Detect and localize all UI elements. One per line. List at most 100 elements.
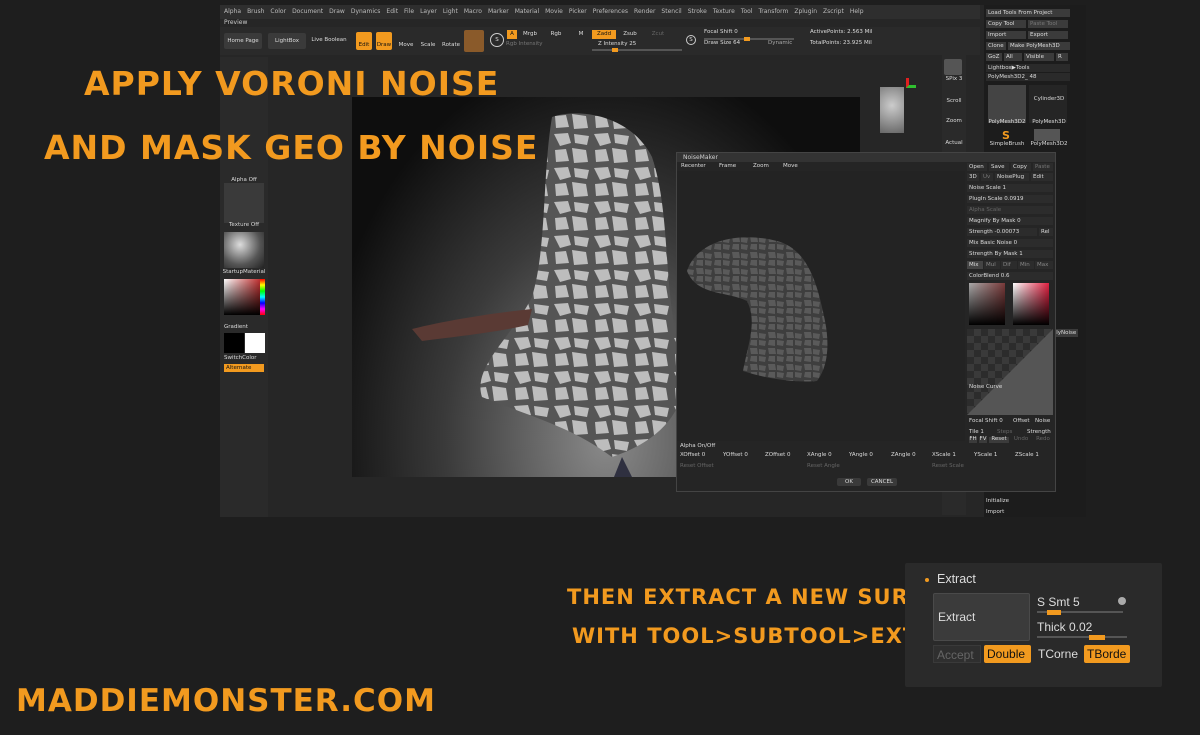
sculptris-icon[interactable]: S xyxy=(490,33,504,47)
color-picker[interactable] xyxy=(224,279,260,315)
s-smt-circle-icon[interactable] xyxy=(1118,597,1126,605)
import-tool-button[interactable]: Import xyxy=(986,509,1046,516)
save-button[interactable]: Save xyxy=(989,163,1009,171)
tool-thumb-polymesh3d2[interactable] xyxy=(988,85,1026,123)
import-button[interactable]: Import xyxy=(986,31,1026,39)
rotate-button[interactable]: Rotate xyxy=(442,42,460,49)
home-page-button[interactable]: Home Page xyxy=(224,33,262,49)
mode-max-button[interactable]: Max xyxy=(1035,261,1053,269)
paste-tool-button[interactable]: Paste Tool xyxy=(1028,20,1068,28)
secondary-color-swatch[interactable] xyxy=(224,333,244,353)
color-picker-1[interactable] xyxy=(969,283,1005,325)
hue-strip[interactable] xyxy=(260,279,265,315)
menu-item-16[interactable]: Render xyxy=(634,8,655,15)
menu-item-2[interactable]: Color xyxy=(270,8,286,15)
tborde-button[interactable]: TBorde xyxy=(1084,645,1130,663)
color-blend-slider[interactable]: ColorBlend 0.6 xyxy=(967,272,1053,280)
noise-curve-editor[interactable] xyxy=(967,329,1053,415)
menu-item-21[interactable]: Transform xyxy=(758,8,788,15)
simplebrush-icon[interactable]: S xyxy=(1002,129,1014,142)
live-boolean-button[interactable]: Live Boolean xyxy=(310,37,348,44)
menu-item-15[interactable]: Preferences xyxy=(593,8,628,15)
make-polymesh-button[interactable]: Make PolyMesh3D xyxy=(1008,42,1070,50)
reset-scale-button[interactable]: Reset Scale xyxy=(932,463,992,470)
menu-item-12[interactable]: Material xyxy=(515,8,539,15)
s-smt-track[interactable] xyxy=(1037,610,1123,615)
mode-min-button[interactable]: Min xyxy=(1018,261,1034,269)
menu-item-8[interactable]: Layer xyxy=(420,8,437,15)
scroll-button[interactable]: Scroll xyxy=(942,98,966,105)
xoffset-slider[interactable]: XOffset 0 xyxy=(680,452,720,459)
zcut-button[interactable]: Zcut xyxy=(650,31,666,38)
reset-curve-button[interactable]: Reset xyxy=(989,436,1009,443)
undo-button[interactable]: Undo xyxy=(1011,436,1031,443)
rel-button[interactable]: Rel xyxy=(1039,228,1053,236)
noiseplug-button[interactable]: NoisePlug xyxy=(995,173,1029,181)
noise-preview[interactable] xyxy=(677,171,965,441)
yscale-slider[interactable]: YScale 1 xyxy=(974,452,1014,459)
zsub-button[interactable]: Zsub xyxy=(622,31,638,38)
strength-slider[interactable]: Strength -0.00073 xyxy=(967,228,1037,236)
draw-button[interactable]: Draw xyxy=(376,32,392,50)
zoom-button[interactable]: Zoom xyxy=(942,118,966,125)
rgb-intensity-slider[interactable]: Rgb Intensity xyxy=(506,41,566,48)
open-button[interactable]: Open xyxy=(967,163,987,171)
focal-shift-track[interactable] xyxy=(704,37,794,41)
actual-button[interactable]: Actual xyxy=(942,140,966,147)
primary-color-swatch[interactable] xyxy=(245,333,265,353)
menu-item-19[interactable]: Texture xyxy=(713,8,735,15)
mode-mul-button[interactable]: Mul xyxy=(984,261,1000,269)
initialize-button[interactable]: Initialize xyxy=(986,498,1046,505)
mode-mix-button[interactable]: Mix xyxy=(967,261,983,269)
xangle-slider[interactable]: XAngle 0 xyxy=(807,452,847,459)
curve-tile[interactable]: Tile 1 xyxy=(969,429,989,436)
menu-item-4[interactable]: Draw xyxy=(329,8,345,15)
xscale-slider[interactable]: XScale 1 xyxy=(932,452,972,459)
double-button[interactable]: Double xyxy=(984,645,1031,663)
curve-focal-shift[interactable]: Focal Shift 0 xyxy=(969,418,1009,425)
reset-offset-button[interactable]: Reset Offset xyxy=(680,463,740,470)
edit-button[interactable]: Edit xyxy=(356,32,372,50)
paste-button[interactable]: Paste xyxy=(1033,163,1053,171)
menu-item-3[interactable]: Document xyxy=(292,8,323,15)
material-sphere-icon[interactable] xyxy=(464,30,484,52)
current-tool-slider[interactable]: PolyMesh3D2_ 48 xyxy=(986,73,1070,81)
lightbox-tools-button[interactable]: Lightbox▶Tools xyxy=(986,64,1070,72)
menu-item-22[interactable]: Zplugin xyxy=(794,8,817,15)
spix-icon[interactable] xyxy=(944,59,962,75)
menu-item-20[interactable]: Tool xyxy=(741,8,753,15)
uv-button[interactable]: Uv xyxy=(981,173,993,181)
r-button[interactable]: R xyxy=(1056,53,1068,61)
magnify-by-mask-slider[interactable]: Magnify By Mask 0 xyxy=(967,217,1053,225)
visible-button[interactable]: Visible xyxy=(1024,53,1054,61)
curve-noise[interactable]: Noise xyxy=(1035,418,1055,425)
copy-tool-button[interactable]: Copy Tool xyxy=(986,20,1026,28)
copy-button[interactable]: Copy xyxy=(1011,163,1031,171)
menu-item-1[interactable]: Brush xyxy=(247,8,264,15)
zoffset-slider[interactable]: ZOffset 0 xyxy=(765,452,805,459)
all-button[interactable]: All xyxy=(1004,53,1022,61)
mrgb-button[interactable]: Mrgb xyxy=(520,31,540,38)
strength-by-mask-slider[interactable]: Strength By Mask 1 xyxy=(967,250,1053,258)
curve-offset[interactable]: Offset xyxy=(1013,418,1033,425)
s-icon[interactable]: S xyxy=(686,35,696,45)
menu-item-5[interactable]: Dynamics xyxy=(351,8,381,15)
move-button[interactable]: Move xyxy=(398,42,414,49)
menu-item-9[interactable]: Light xyxy=(443,8,458,15)
3d-button[interactable]: 3D xyxy=(967,173,979,181)
extract-button[interactable]: Extract xyxy=(933,593,1030,641)
dynamic-button[interactable]: Dynamic xyxy=(768,40,792,47)
zadd-button[interactable]: Zadd xyxy=(592,30,616,39)
menu-item-23[interactable]: Zscript xyxy=(823,8,844,15)
clone-button[interactable]: Clone xyxy=(986,42,1006,50)
move-button-nm[interactable]: Move xyxy=(783,163,807,170)
focal-shift-slider[interactable]: Focal Shift 0 xyxy=(704,29,764,36)
tool-thumb-cylinder3d[interactable] xyxy=(1029,85,1067,123)
export-button[interactable]: Export xyxy=(1028,31,1068,39)
menu-item-14[interactable]: Picker xyxy=(569,8,587,15)
menu-item-10[interactable]: Macro xyxy=(464,8,482,15)
color-picker-2[interactable] xyxy=(1013,283,1049,325)
recenter-button[interactable]: Recenter xyxy=(681,163,706,170)
menu-item-24[interactable]: Help xyxy=(850,8,864,15)
draw-size-slider[interactable]: Draw Size 64 xyxy=(704,40,764,47)
